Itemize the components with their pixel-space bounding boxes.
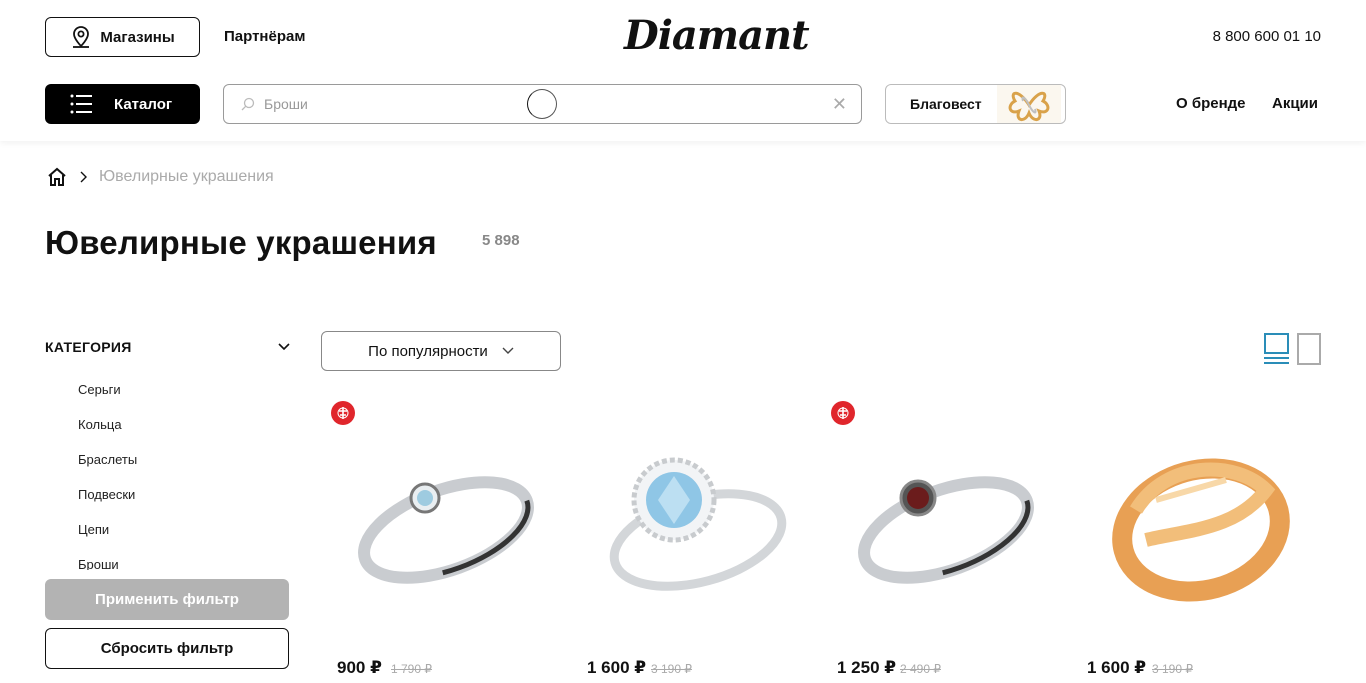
product-price: 1 600 ₽	[1087, 658, 1147, 677]
single-view-icon[interactable]	[1297, 333, 1321, 365]
product-card[interactable]: 1 600 ₽ 3 190 ₽	[571, 400, 811, 683]
site-header: Магазины Партнёрам Diamant 8 800 600 01 …	[0, 0, 1366, 141]
home-icon[interactable]	[47, 167, 67, 187]
apply-filter-button[interactable]: Применить фильтр	[45, 579, 289, 620]
chevron-down-icon	[502, 347, 514, 354]
cross-pendant-icon	[997, 85, 1061, 123]
category-item-earrings[interactable]: Серьги	[78, 380, 137, 415]
product-image[interactable]	[1086, 420, 1316, 630]
search-bar[interactable]: ✕	[223, 84, 862, 124]
sort-selected-value: По популярности	[368, 342, 488, 360]
reset-filter-button[interactable]: Сбросить фильтр	[45, 628, 289, 669]
promo-banner[interactable]: Благовест	[885, 84, 1066, 124]
breadcrumb-current: Ювелирные украшения	[99, 168, 274, 185]
page-title: Ювелирные украшения	[45, 224, 437, 261]
product-count: 5 898	[482, 232, 520, 249]
product-price: 900 ₽	[337, 658, 382, 677]
product-old-price: 2 490 ₽	[900, 662, 941, 676]
category-item-brooches[interactable]: Броши	[78, 555, 137, 570]
promo-label: Благовест	[910, 96, 982, 112]
product-image[interactable]	[586, 420, 816, 630]
category-item-pendants[interactable]: Подвески	[78, 485, 137, 520]
menu-list-icon	[70, 94, 92, 114]
about-brand-link[interactable]: О бренде	[1176, 95, 1246, 112]
stores-button[interactable]: Магазины	[45, 17, 200, 57]
product-image[interactable]	[836, 420, 1066, 630]
product-old-price: 3 190 ₽	[651, 662, 692, 676]
logo[interactable]: Diamant	[624, 12, 810, 59]
product-card[interactable]: 1 250 ₽ 2 490 ₽	[821, 400, 1061, 683]
breadcrumb: Ювелирные украшения	[47, 167, 274, 187]
phone-number[interactable]: 8 800 600 01 10	[1213, 28, 1321, 45]
category-filter-header[interactable]: КАТЕГОРИЯ	[45, 339, 291, 355]
product-card[interactable]: 900 ₽ 1 790 ₽	[321, 400, 561, 683]
chevron-right-icon	[80, 171, 87, 183]
partners-link[interactable]: Партнёрам	[224, 28, 305, 45]
product-old-price: 1 790 ₽	[391, 662, 432, 676]
category-item-chains[interactable]: Цепи	[78, 520, 137, 555]
category-item-bracelets[interactable]: Браслеты	[78, 450, 137, 485]
chevron-down-icon	[278, 343, 290, 351]
product-old-price: 3 190 ₽	[1152, 662, 1193, 676]
stores-label: Магазины	[100, 28, 175, 46]
category-list: Серьги Кольца Браслеты Подвески Цепи Бро…	[78, 380, 137, 570]
loading-spinner-icon	[527, 89, 557, 119]
search-icon	[241, 97, 255, 111]
catalog-button[interactable]: Каталог	[45, 84, 200, 124]
product-price: 1 600 ₽	[587, 658, 647, 677]
clear-search-icon[interactable]: ✕	[832, 94, 847, 115]
product-image[interactable]	[336, 420, 566, 630]
category-item-rings[interactable]: Кольца	[78, 415, 137, 450]
product-price: 1 250 ₽	[837, 658, 897, 677]
grid-view-icon[interactable]	[1264, 333, 1289, 366]
catalog-label: Каталог	[114, 95, 173, 113]
category-filter-title: КАТЕГОРИЯ	[45, 339, 132, 355]
sales-link[interactable]: Акции	[1272, 95, 1318, 112]
location-pin-icon	[73, 26, 90, 48]
product-card[interactable]: 1 600 ₽ 3 190 ₽	[1071, 400, 1311, 683]
sort-select[interactable]: По популярности	[321, 331, 561, 371]
